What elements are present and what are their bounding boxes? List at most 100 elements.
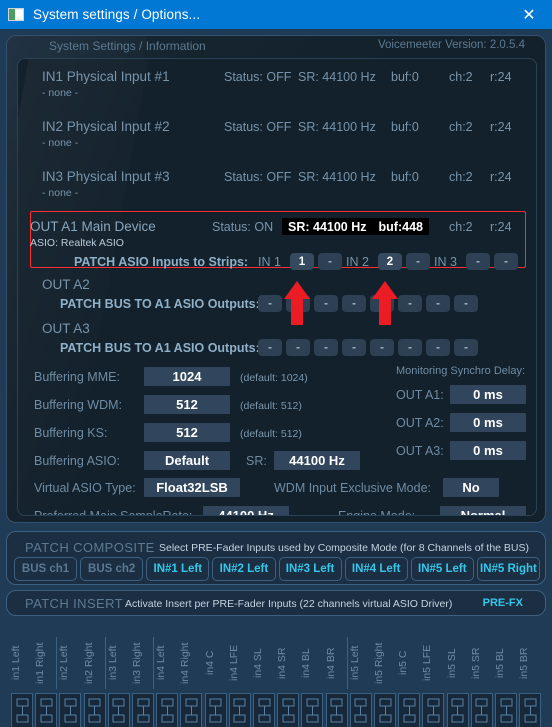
asio-input-label: IN 2 [346, 255, 369, 269]
insert-toggle-button[interactable] [325, 693, 348, 727]
composite-button[interactable]: IN#2 Left [212, 557, 276, 581]
monitoring-value[interactable]: 0 ms [450, 441, 526, 460]
composite-button[interactable]: IN#5 Right [476, 557, 540, 581]
asio-samplerate-value[interactable]: 44100 Hz [274, 451, 360, 470]
monitoring-value[interactable]: 0 ms [450, 385, 526, 404]
insert-toggle-button[interactable] [11, 693, 33, 727]
insert-plug-icon [16, 698, 28, 723]
composite-button[interactable]: BUS ch1 [14, 557, 78, 581]
asio-input-label: IN 3 [434, 255, 457, 269]
insert-toggle-button[interactable] [204, 693, 227, 727]
asio-patch-slot[interactable]: - [466, 253, 490, 270]
monitoring-value[interactable]: 0 ms [450, 413, 526, 432]
bus-patch-slot[interactable]: - [426, 295, 450, 312]
bus-patch-slot[interactable]: - [342, 339, 366, 356]
insert-toggle-button[interactable] [398, 693, 421, 727]
asio-patch-slot[interactable]: - [318, 253, 342, 270]
out-a1-buf: buf:448 [378, 219, 423, 234]
asio-patch-slot[interactable]: 1 [290, 253, 314, 270]
virtual-asio-value[interactable]: Float32LSB [144, 478, 240, 497]
monitoring-title: Monitoring Synchro Delay: [396, 365, 526, 377]
insert-toggle-button[interactable] [422, 693, 445, 727]
insert-toggle-button[interactable] [253, 693, 275, 727]
insert-channel-label: in4 Left [155, 645, 168, 681]
insert-toggle-button[interactable] [156, 693, 179, 727]
insert-plug-icon [209, 698, 222, 723]
asio-patch-slot[interactable]: - [406, 253, 430, 270]
out-a3-name: OUT A3 [42, 321, 90, 336]
insert-toggle-button[interactable] [446, 693, 469, 727]
composite-button[interactable]: BUS ch2 [80, 557, 144, 581]
insert-channel-label: in4 LFE [227, 644, 240, 682]
channel-group-separator [56, 637, 58, 689]
insert-channel-label: in5 Right [373, 642, 385, 684]
insert-toggle-button[interactable] [132, 693, 154, 727]
insert-toggle-button[interactable] [83, 693, 106, 727]
bus-patch-slot[interactable]: - [258, 295, 282, 312]
insert-plug-icon [258, 698, 270, 723]
insert-channel-column: in5 Left [349, 637, 373, 727]
buffering-value[interactable]: 1024 [144, 367, 230, 386]
insert-toggle-button[interactable] [59, 693, 82, 727]
channel-group-separator [153, 637, 155, 689]
insert-channel-label: in5 SL [445, 648, 458, 678]
bus-patch-slot[interactable]: - [398, 295, 422, 312]
out-a1-driver: ASIO: Realtek ASIO [30, 237, 124, 249]
bus-patch-slot[interactable]: - [370, 339, 394, 356]
bus-patch-slot[interactable]: - [454, 295, 478, 312]
insert-channel-column: in5 SR [470, 637, 494, 727]
out-a2-name: OUT A2 [42, 277, 90, 292]
insert-channel-label: in4 SL [252, 648, 264, 678]
insert-channel-label: in5 SR [469, 647, 482, 679]
insert-toggle-button[interactable] [374, 693, 396, 727]
buffering-value[interactable]: Default [144, 451, 230, 470]
bus-patch-slot[interactable]: - [314, 339, 338, 356]
insert-toggle-button[interactable] [470, 693, 493, 727]
insert-toggle-button[interactable] [301, 693, 324, 727]
buffering-label: Buffering ASIO: [34, 454, 120, 468]
insert-toggle-button[interactable] [495, 693, 517, 727]
insert-channel-label: in4 SR [276, 647, 289, 679]
device-channels: ch:2 [449, 170, 473, 184]
patch-insert-group: PATCH INSERT Activate Insert per PRE-Fad… [6, 590, 546, 616]
insert-toggle-button[interactable] [107, 693, 130, 727]
buffering-value[interactable]: 512 [144, 423, 230, 442]
bus-patch-slot[interactable]: - [314, 295, 338, 312]
bus-patch-slot[interactable]: - [342, 295, 366, 312]
pre-fx-button[interactable]: PRE-FX [483, 597, 523, 609]
device-sub: - none - [42, 187, 79, 199]
bus-patch-slot[interactable]: - [286, 339, 310, 356]
insert-toggle-button[interactable] [180, 693, 203, 727]
insert-channel-column: in4 SR [276, 637, 300, 727]
window-title: System settings / Options... [33, 7, 201, 22]
insert-toggle-button[interactable] [519, 693, 542, 727]
insert-toggle-button[interactable] [35, 693, 58, 727]
close-icon[interactable]: ✕ [506, 0, 552, 29]
composite-button[interactable]: IN#4 Left [344, 557, 408, 581]
composite-button[interactable]: IN#1 Left [146, 557, 210, 581]
wdm-exclusive-value[interactable]: No [443, 478, 499, 497]
composite-button[interactable]: IN#3 Left [278, 557, 342, 581]
buffering-value[interactable]: 512 [144, 395, 230, 414]
asio-patch-slot[interactable]: 2 [378, 253, 402, 270]
composite-button[interactable]: IN#5 Left [410, 557, 474, 581]
bus-patch-slot[interactable]: - [454, 339, 478, 356]
device-resolution: r:24 [490, 120, 512, 134]
samplerate-value[interactable]: 44100 Hz [203, 506, 289, 515]
monitoring-label: OUT A3: [396, 444, 444, 458]
bus-patch-slot[interactable]: - [398, 339, 422, 356]
insert-channel-column: in4 LFE [228, 637, 252, 727]
insert-plug-icon [451, 698, 464, 723]
insert-channel-column: in5 BL [494, 637, 518, 727]
insert-channel-column: in2 Left [58, 637, 82, 727]
insert-toggle-button[interactable] [349, 693, 372, 727]
engine-mode-value[interactable]: Normal [440, 506, 526, 515]
bus-patch-slot[interactable]: - [426, 339, 450, 356]
version-label: Voicemeeter Version: 2.0.5.4 [377, 39, 525, 51]
insert-toggle-button[interactable] [228, 693, 251, 727]
bus-patch-slot[interactable]: - [258, 339, 282, 356]
asio-patch-slot[interactable]: - [494, 253, 518, 270]
insert-plug-icon [40, 698, 53, 723]
insert-plug-icon [282, 698, 295, 723]
insert-toggle-button[interactable] [277, 693, 300, 727]
